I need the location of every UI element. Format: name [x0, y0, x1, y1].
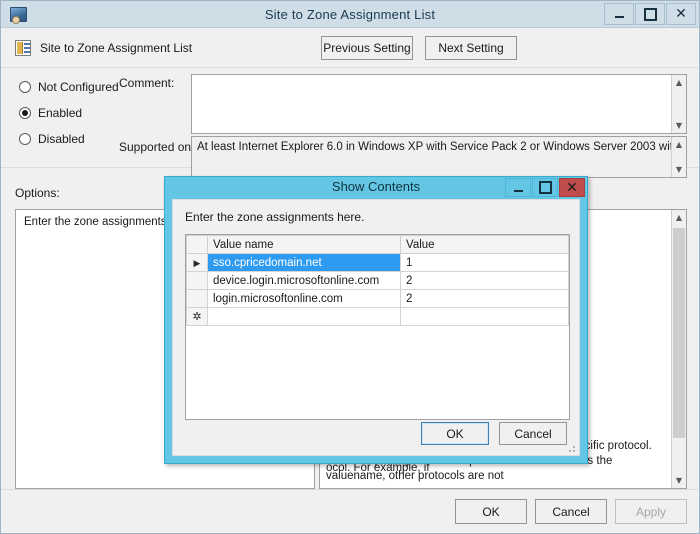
table-row[interactable]: device.login.microsoftonline.com 2: [187, 272, 569, 290]
cell-value[interactable]: 2: [401, 290, 569, 308]
modal-footer: OK Cancel: [421, 422, 567, 445]
table-row[interactable]: ▶ sso.cpricedomain.net 1: [187, 254, 569, 272]
cell-value[interactable]: 2: [401, 272, 569, 290]
supported-on-label: Supported on:: [119, 140, 194, 154]
chevron-down-icon[interactable]: ▼: [672, 162, 686, 177]
radio-disabled-dot: [19, 133, 31, 145]
modal-ok-button[interactable]: OK: [421, 422, 489, 445]
cell-value-name[interactable]: [208, 308, 401, 326]
next-setting-button[interactable]: Next Setting: [425, 36, 517, 60]
options-label: Options:: [15, 186, 60, 200]
previous-setting-button[interactable]: Previous Setting: [321, 36, 413, 60]
radio-enabled[interactable]: Enabled: [19, 106, 82, 120]
cell-value-name[interactable]: login.microsoftonline.com: [208, 290, 401, 308]
row-marker[interactable]: [187, 290, 208, 308]
row-marker[interactable]: ✲: [187, 308, 208, 326]
modal-minimize-button[interactable]: [505, 178, 531, 197]
comment-input[interactable]: ▲ ▼: [191, 74, 687, 134]
chevron-up-icon[interactable]: ▲: [672, 210, 686, 225]
minimize-button[interactable]: [604, 3, 634, 25]
radio-enabled-dot: [19, 107, 31, 119]
modal-cancel-button[interactable]: Cancel: [499, 422, 567, 445]
grid-header-value-name[interactable]: Value name: [208, 236, 401, 254]
cell-value-name[interactable]: sso.cpricedomain.net: [208, 254, 401, 272]
help-scroll-thumb[interactable]: [673, 228, 685, 438]
policy-setting-icon: [15, 40, 31, 56]
table-row[interactable]: login.microsoftonline.com 2: [187, 290, 569, 308]
resize-grip[interactable]: [566, 443, 576, 453]
help-scrollbar[interactable]: ▲ ▼: [671, 210, 686, 488]
radio-enabled-label: Enabled: [38, 106, 82, 120]
close-icon[interactable]: ✕: [666, 3, 696, 25]
nav-buttons: Previous Setting Next Setting: [321, 36, 517, 60]
modal-maximize-button[interactable]: [532, 178, 558, 197]
modal-window-controls: ✕: [504, 178, 585, 197]
grid-header-value[interactable]: Value: [401, 236, 569, 254]
row-marker[interactable]: [187, 272, 208, 290]
setting-header: Site to Zone Assignment List Previous Se…: [1, 28, 699, 68]
chevron-up-icon[interactable]: ▲: [672, 137, 686, 152]
row-marker[interactable]: ▶: [187, 254, 208, 272]
radio-not-configured-label: Not Configured: [38, 80, 119, 94]
cell-value[interactable]: [401, 308, 569, 326]
radio-not-configured[interactable]: Not Configured: [19, 80, 119, 94]
comment-label: Comment:: [119, 76, 174, 90]
comment-value: [192, 75, 686, 81]
radio-disabled[interactable]: Disabled: [19, 132, 85, 146]
show-contents-dialog: Show Contents ✕ Enter the zone assignmen…: [164, 176, 588, 464]
modal-prompt: Enter the zone assignments here.: [185, 210, 364, 224]
grid-table: Value name Value ▶ sso.cpricedomain.net …: [186, 235, 569, 326]
main-title-bar[interactable]: Site to Zone Assignment List ✕: [1, 1, 699, 28]
footer-buttons: OK Cancel Apply: [455, 499, 687, 524]
supported-on-value: At least Internet Explorer 6.0 in Window…: [192, 137, 686, 157]
supported-on-box[interactable]: At least Internet Explorer 6.0 in Window…: [191, 136, 687, 178]
zone-assignment-grid[interactable]: Value name Value ▶ sso.cpricedomain.net …: [185, 234, 570, 420]
grid-header-row: Value name Value: [187, 236, 569, 254]
radio-not-configured-dot: [19, 81, 31, 93]
apply-button: Apply: [615, 499, 687, 524]
window-controls: ✕: [603, 3, 696, 25]
modal-title-bar[interactable]: Show Contents ✕: [165, 177, 587, 199]
cancel-button[interactable]: Cancel: [535, 499, 607, 524]
chevron-down-icon[interactable]: ▼: [672, 118, 686, 133]
state-area: Not Configured Enabled Disabled Comment:…: [1, 68, 699, 168]
grid-header-marker: [187, 236, 208, 254]
table-row-new[interactable]: ✲: [187, 308, 569, 326]
ok-button[interactable]: OK: [455, 499, 527, 524]
modal-close-icon[interactable]: ✕: [559, 178, 585, 197]
current-row-icon: ▶: [194, 259, 201, 269]
maximize-button[interactable]: [635, 3, 665, 25]
setting-name-label: Site to Zone Assignment List: [40, 41, 192, 55]
window-title: Site to Zone Assignment List: [1, 7, 699, 22]
cell-value-name[interactable]: device.login.microsoftonline.com: [208, 272, 401, 290]
main-footer: OK Cancel Apply: [1, 489, 699, 533]
cell-value[interactable]: 1: [401, 254, 569, 272]
comment-scrollbar[interactable]: ▲ ▼: [671, 75, 686, 133]
supported-on-scrollbar[interactable]: ▲ ▼: [671, 137, 686, 177]
new-row-icon: ✲: [192, 310, 201, 323]
radio-disabled-label: Disabled: [38, 132, 85, 146]
chevron-down-icon[interactable]: ▼: [672, 473, 686, 488]
chevron-up-icon[interactable]: ▲: [672, 75, 686, 90]
modal-body: Enter the zone assignments here. Value n…: [172, 199, 580, 456]
